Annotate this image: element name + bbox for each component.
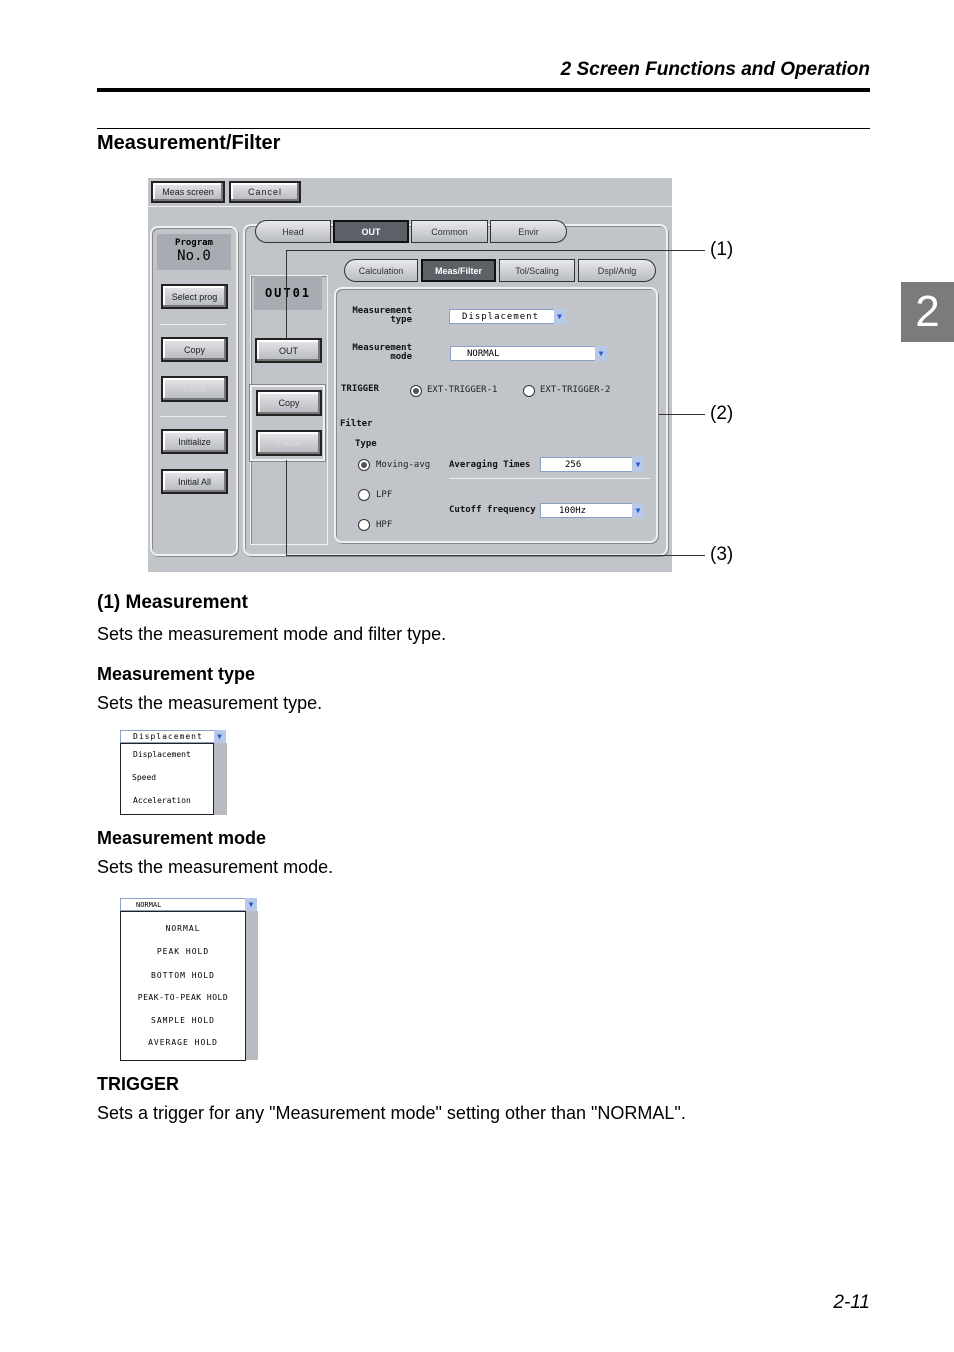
section-title: Measurement/Filter <box>97 132 281 154</box>
dropdown-value: NORMAL <box>136 900 162 909</box>
initial-all-button[interactable]: Initial All <box>161 469 228 494</box>
option-peak-hold[interactable]: PEAK HOLD <box>121 947 245 956</box>
tab-tol-scaling[interactable]: Tol/Scaling <box>499 259 575 282</box>
option-displacement[interactable]: Displacement <box>133 750 191 759</box>
dropdown-value: 100Hz <box>559 505 587 516</box>
tab-head[interactable]: Head <box>255 220 331 243</box>
initialize-button[interactable]: Initialize <box>161 429 228 454</box>
tab-envir[interactable]: Envir <box>490 220 567 243</box>
out-button[interactable]: OUT <box>255 338 322 363</box>
chevron-down-icon[interactable]: ▼ <box>632 503 644 518</box>
option-sample-hold[interactable]: SAMPLE HOLD <box>121 1016 245 1025</box>
meas-type-dropdown[interactable]: Displacement ▼ <box>449 309 566 324</box>
section-heading: Measurement mode <box>97 828 267 848</box>
callout-3: (3) <box>710 544 734 565</box>
page-number: 2-11 <box>833 1292 870 1313</box>
type-label: Type <box>355 439 377 449</box>
section-text: Sets the measurement mode. <box>97 857 334 877</box>
divider <box>148 206 672 207</box>
trigger-1-radio[interactable] <box>410 385 422 397</box>
screen-capture: Meas screen Cancel Program No.0 Select p… <box>148 178 672 572</box>
divider <box>160 416 226 417</box>
chevron-down-icon[interactable]: ▼ <box>554 309 566 324</box>
meas-type-label: Measurement type <box>340 307 412 325</box>
type-dropdown-header[interactable]: Displacement ▼ <box>120 730 226 743</box>
select-prog-button[interactable]: Select prog <box>161 284 228 309</box>
trigger-2-label: EXT-TRIGGER-2 <box>540 385 611 395</box>
callout-line-3 <box>286 460 287 555</box>
program-label: Program <box>175 238 213 248</box>
header-rule <box>97 88 870 92</box>
section-rule <box>97 128 870 129</box>
callout-line-3 <box>286 555 705 556</box>
option-normal[interactable]: NORMAL <box>121 924 245 933</box>
meas-screen-button[interactable]: Meas screen <box>151 181 225 203</box>
program-number: No.0 <box>177 248 211 264</box>
out-name: OUT01 <box>254 276 322 310</box>
option-peak-to-peak-hold[interactable]: PEAK-TO-PEAK HOLD <box>121 993 245 1002</box>
trigger-1-label: EXT-TRIGGER-1 <box>427 385 498 395</box>
meas-mode-dropdown[interactable]: NORMAL ▼ <box>450 346 607 361</box>
trigger-label: TRIGGER <box>341 384 379 394</box>
section-heading: (1) Measurement <box>97 592 248 613</box>
dropdown-value: Displacement <box>133 732 203 741</box>
trigger-2-radio[interactable] <box>523 385 535 397</box>
averaging-times-dropdown[interactable]: 256 ▼ <box>540 457 644 472</box>
moving-avg-label: Moving-avg <box>376 460 431 470</box>
filter-label: Filter <box>340 419 373 429</box>
callout-2: (2) <box>710 403 734 424</box>
option-average-hold[interactable]: AVERAGE HOLD <box>121 1038 245 1047</box>
dropdown-value: NORMAL <box>467 348 500 359</box>
divider <box>160 324 226 325</box>
background-strip <box>245 911 258 1060</box>
tab-calculation[interactable]: Calculation <box>344 259 418 282</box>
chevron-down-icon[interactable]: ▼ <box>632 457 644 472</box>
chapter-tab: 2 <box>901 282 954 342</box>
chevron-down-icon[interactable]: ▼ <box>245 898 257 911</box>
hpf-radio[interactable] <box>358 519 370 531</box>
tab-out[interactable]: OUT <box>333 220 409 243</box>
out-copy-button[interactable]: Copy <box>256 390 322 416</box>
cancel-button[interactable]: Cancel <box>229 181 301 203</box>
section-heading: TRIGGER <box>97 1074 180 1094</box>
mode-dropdown-list: NORMAL PEAK HOLD BOTTOM HOLD PEAK-TO-PEA… <box>120 911 246 1061</box>
meas-mode-label: Measurement mode <box>340 344 412 362</box>
section-text: Sets a trigger for any "Measurement mode… <box>97 1103 686 1123</box>
mode-dropdown-header[interactable]: NORMAL ▼ <box>120 898 257 911</box>
tab-meas-filter[interactable]: Meas/Filter <box>421 259 496 282</box>
cutoff-frequency-dropdown[interactable]: 100Hz ▼ <box>540 503 644 518</box>
program-box: Program No.0 <box>157 234 231 270</box>
callout-1: (1) <box>710 239 734 260</box>
callout-line-1 <box>286 250 287 339</box>
lpf-radio[interactable] <box>358 489 370 501</box>
callout-line-2 <box>659 414 705 415</box>
moving-avg-radio[interactable] <box>358 459 370 471</box>
copy-program-button[interactable]: Copy <box>161 337 228 362</box>
section-heading: Measurement type <box>97 664 256 684</box>
chevron-down-icon[interactable]: ▼ <box>214 730 226 743</box>
option-speed[interactable]: Speed <box>132 773 156 782</box>
chevron-down-icon[interactable]: ▼ <box>595 346 607 361</box>
label-line: type <box>390 315 412 325</box>
paste-program-button[interactable]: Paste <box>161 376 228 402</box>
hpf-label: HPF <box>376 520 393 530</box>
option-bottom-hold[interactable]: BOTTOM HOLD <box>121 971 245 980</box>
dropdown-value: 256 <box>565 459 582 470</box>
chapter-header: 2 Screen Functions and Operation <box>560 59 870 80</box>
tab-common[interactable]: Common <box>411 220 488 243</box>
tab-dspl-anlg[interactable]: Dspl/Anlg <box>578 259 656 282</box>
averaging-times-label: Averaging Times <box>449 460 531 470</box>
section-text: Sets the measurement mode and filter typ… <box>97 624 447 644</box>
divider <box>449 478 650 479</box>
out-paste-button[interactable]: Paste <box>256 430 322 456</box>
option-acceleration[interactable]: Acceleration <box>133 796 191 805</box>
cutoff-frequency-label: Cutoff frequency <box>449 505 536 515</box>
label-line: mode <box>390 352 412 362</box>
lpf-label: LPF <box>376 490 393 500</box>
type-dropdown-list: Displacement Speed Acceleration <box>120 743 214 815</box>
callout-line-1 <box>286 250 705 251</box>
dropdown-value: Displacement <box>462 311 540 322</box>
background-strip <box>213 743 227 815</box>
section-text: Sets the measurement type. <box>97 693 323 713</box>
